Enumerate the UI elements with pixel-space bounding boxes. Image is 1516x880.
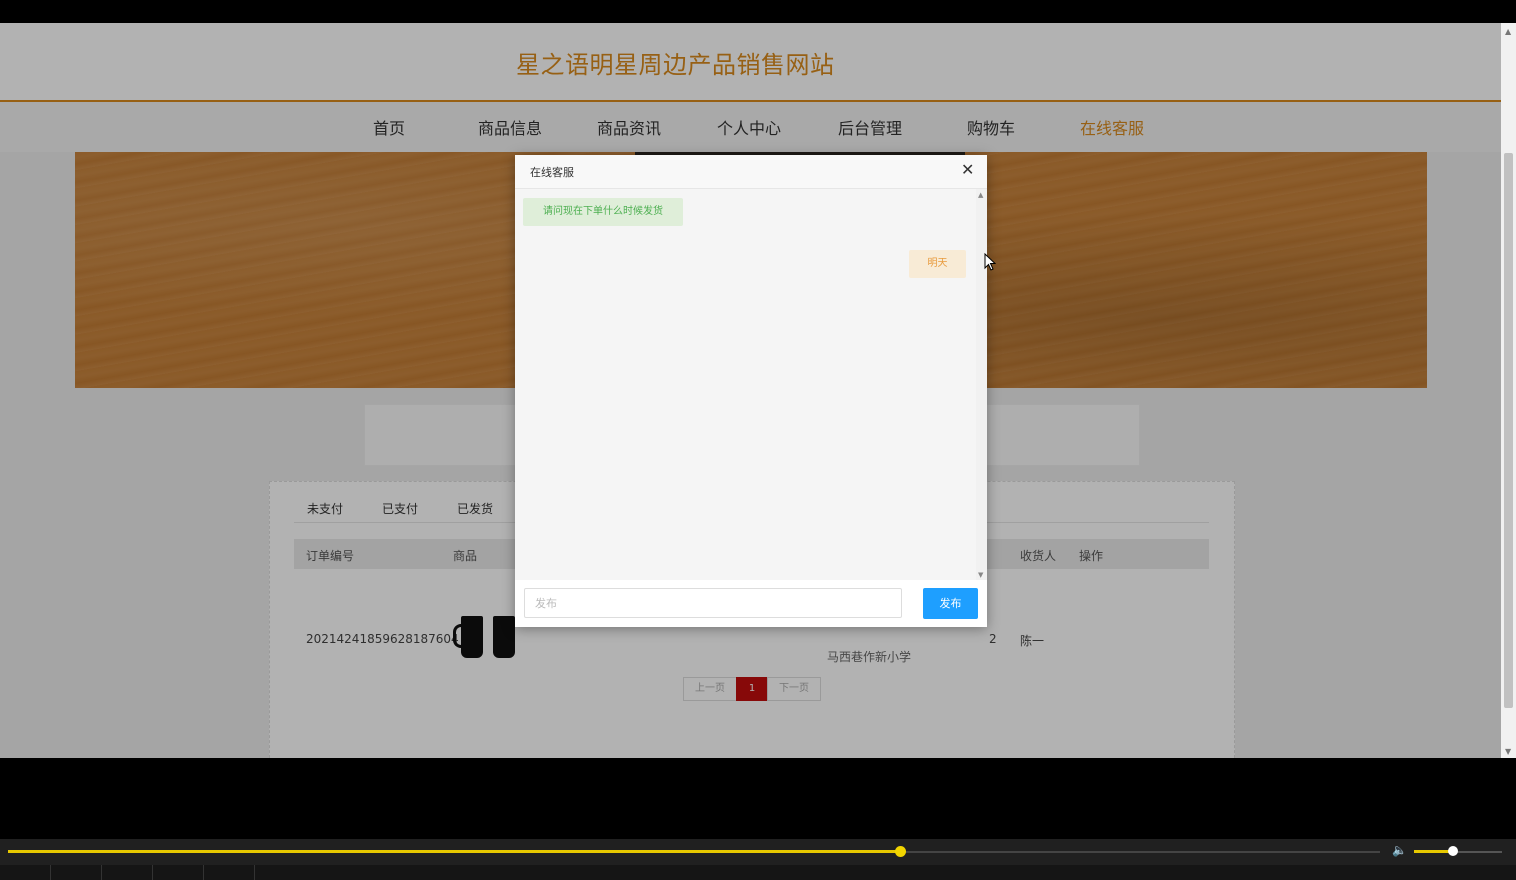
player-segment-divider [101, 865, 102, 880]
top-black-bar [0, 0, 1516, 23]
volume-handle[interactable] [1448, 846, 1458, 856]
send-button[interactable]: 发布 [923, 588, 978, 619]
chat-input[interactable] [524, 588, 902, 618]
chat-scrollbar[interactable]: ▲ ▼ [976, 189, 987, 580]
mouse-cursor-icon [984, 253, 996, 271]
chat-scroll-up-icon[interactable]: ▲ [978, 191, 983, 199]
player-segment-divider [50, 865, 51, 880]
chat-scroll-down-icon[interactable]: ▼ [978, 571, 983, 579]
support-chat-dialog: 在线客服 ✕ 请问现在下单什么时候发货 明天 ▲ ▼ 发布 [515, 155, 987, 627]
dialog-footer: 发布 [515, 580, 987, 627]
player-bottom-strip [0, 865, 1516, 880]
volume-icon[interactable]: 🔈 [1392, 843, 1407, 857]
scroll-up-arrow-icon[interactable]: ▲ [1505, 27, 1511, 36]
seek-handle[interactable] [895, 846, 906, 857]
page-scrollbar[interactable]: ▲ ▼ [1501, 23, 1516, 758]
chat-message-agent: 明天 [909, 250, 966, 278]
scroll-down-arrow-icon[interactable]: ▼ [1505, 747, 1511, 756]
player-segment-divider [254, 865, 255, 880]
dialog-title: 在线客服 [530, 166, 574, 179]
close-icon[interactable]: ✕ [961, 162, 974, 178]
scrollbar-thumb[interactable] [1504, 153, 1513, 708]
player-segment-divider [203, 865, 204, 880]
chat-message-area: 请问现在下单什么时候发货 明天 [515, 189, 976, 580]
player-segment-divider [152, 865, 153, 880]
seek-progress [8, 850, 900, 853]
dialog-header: 在线客服 ✕ [515, 155, 987, 189]
media-player-bar: 🔈 [0, 758, 1516, 880]
chat-message-customer: 请问现在下单什么时候发货 [523, 198, 683, 226]
